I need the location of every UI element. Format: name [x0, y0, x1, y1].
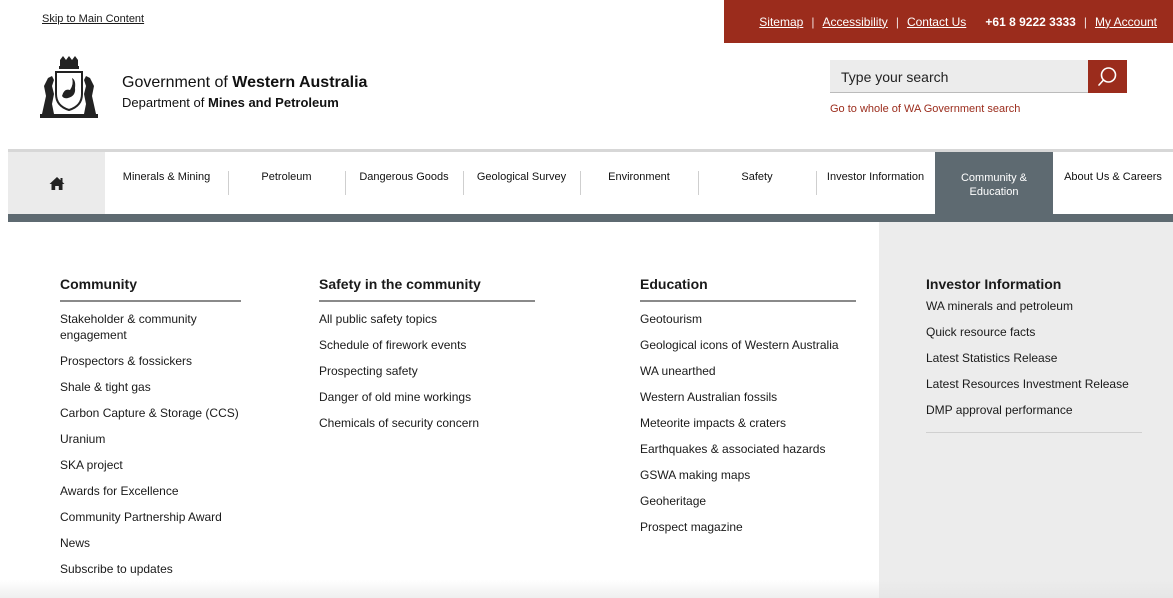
list-item[interactable]: Prospectors & fossickers [60, 353, 241, 369]
wa-government-search-link[interactable]: Go to whole of WA Government search [830, 103, 1020, 115]
list-item[interactable]: Awards for Excellence [60, 483, 241, 499]
investor-list: WA minerals and petroleum Quick resource… [926, 298, 1146, 418]
utility-bar: Sitemap | Accessibility | Contact Us | +… [724, 0, 1173, 43]
list-item[interactable]: Schedule of firework events [319, 337, 535, 353]
my-account-link[interactable]: My Account [1095, 15, 1157, 29]
sitemap-link[interactable]: Sitemap [759, 15, 803, 29]
list-item[interactable]: Meteorite impacts & craters [640, 415, 856, 431]
list-item[interactable]: News [60, 535, 241, 551]
list-item[interactable]: WA unearthed [640, 363, 856, 379]
nav-petroleum[interactable]: Petroleum [228, 152, 345, 214]
list-item[interactable]: Latest Statistics Release [926, 350, 1146, 366]
phone-number: +61 8 9222 3333 [985, 14, 1076, 29]
list-item[interactable]: GSWA making maps [640, 467, 856, 483]
nav-about-us-careers[interactable]: About Us & Careers [1053, 152, 1173, 214]
separator: | [895, 14, 899, 29]
accessibility-link[interactable]: Accessibility [822, 15, 887, 29]
search-input[interactable] [830, 60, 1088, 93]
investor-column: Investor Information WA minerals and pet… [926, 276, 1146, 433]
government-title-prefix: Government of [122, 74, 233, 91]
nav-dangerous-goods[interactable]: Dangerous Goods [345, 152, 463, 214]
department-title-prefix: Department of [122, 95, 208, 110]
department-title[interactable]: Department of Mines and Petroleum [122, 95, 339, 110]
separator: | [1083, 14, 1087, 29]
nav-geological-survey[interactable]: Geological Survey [463, 152, 580, 214]
list-item[interactable]: Geological icons of Western Australia [640, 337, 856, 353]
list-item[interactable]: SKA project [60, 457, 241, 473]
list-item[interactable]: Shale & tight gas [60, 379, 241, 395]
list-item[interactable]: Geotourism [640, 311, 856, 327]
search-icon [1098, 67, 1117, 86]
nav-home[interactable] [8, 152, 105, 214]
investor-divider [926, 432, 1142, 433]
list-item[interactable]: Western Australian fossils [640, 389, 856, 405]
list-item[interactable]: Latest Resources Investment Release [926, 376, 1146, 392]
menu-bottom-shadow [0, 580, 1173, 598]
list-item[interactable]: DMP approval performance [926, 402, 1146, 418]
separator: | [811, 14, 815, 29]
government-title[interactable]: Government of Western Australia [122, 74, 367, 92]
contact-us-link[interactable]: Contact Us [907, 15, 966, 29]
safety-column: Safety in the community All public safet… [319, 276, 535, 441]
nav-underline [8, 214, 1173, 222]
safety-heading[interactable]: Safety in the community [319, 276, 535, 302]
list-item[interactable]: Danger of old mine workings [319, 389, 535, 405]
list-item[interactable]: Subscribe to updates [60, 561, 241, 577]
list-item[interactable]: Earthquakes & associated hazards [640, 441, 856, 457]
list-item[interactable]: Uranium [60, 431, 241, 447]
list-item[interactable]: WA minerals and petroleum [926, 298, 1146, 314]
list-item[interactable]: Prospecting safety [319, 363, 535, 379]
home-icon [49, 176, 64, 190]
list-item[interactable]: Prospect magazine [640, 519, 856, 535]
safety-list: All public safety topics Schedule of fir… [319, 311, 535, 431]
community-list: Stakeholder & community engagement Prosp… [60, 311, 241, 577]
investor-heading[interactable]: Investor Information [926, 276, 1146, 292]
list-item[interactable]: Community Partnership Award [60, 509, 241, 525]
nav-community-education[interactable]: Community & Education [935, 152, 1053, 214]
nav-investor-information[interactable]: Investor Information [816, 152, 935, 214]
search-button[interactable] [1088, 60, 1127, 93]
community-column: Community Stakeholder & community engage… [60, 276, 241, 587]
education-column: Education Geotourism Geological icons of… [640, 276, 856, 545]
wa-coat-of-arms-icon[interactable] [36, 56, 102, 122]
search-box [830, 60, 1127, 93]
government-title-strong: Western Australia [232, 74, 368, 91]
education-list: Geotourism Geological icons of Western A… [640, 311, 856, 535]
education-heading[interactable]: Education [640, 276, 856, 302]
nav-environment[interactable]: Environment [580, 152, 698, 214]
nav-safety[interactable]: Safety [698, 152, 816, 214]
list-item[interactable]: Chemicals of security concern [319, 415, 535, 431]
list-item[interactable]: Geoheritage [640, 493, 856, 509]
list-item[interactable]: Quick resource facts [926, 324, 1146, 340]
nav-minerals-mining[interactable]: Minerals & Mining [105, 152, 228, 214]
department-title-strong: Mines and Petroleum [208, 95, 339, 110]
community-heading[interactable]: Community [60, 276, 241, 302]
list-item[interactable]: All public safety topics [319, 311, 535, 327]
list-item[interactable]: Stakeholder & community engagement [60, 311, 241, 343]
skip-to-main-link[interactable]: Skip to Main Content [42, 13, 144, 25]
list-item[interactable]: Carbon Capture & Storage (CCS) [60, 405, 241, 421]
main-navigation: Minerals & Mining Petroleum Dangerous Go… [8, 149, 1173, 214]
